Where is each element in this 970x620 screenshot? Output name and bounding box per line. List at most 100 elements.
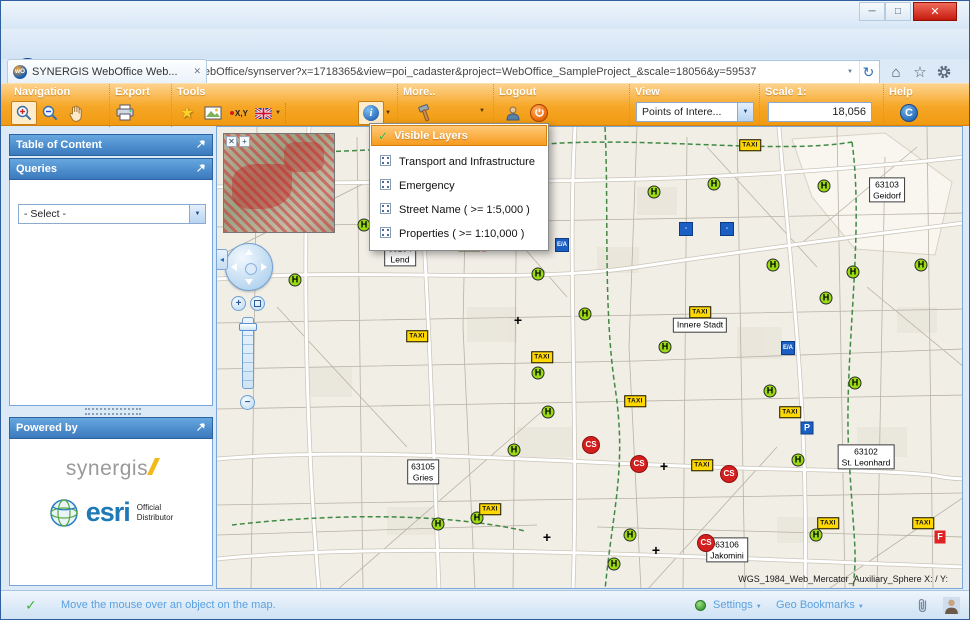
map-marker-h[interactable]: H <box>708 178 721 191</box>
geo-bookmarks-menu[interactable]: Geo Bookmarks▼ <box>776 599 864 611</box>
map-marker-taxi[interactable]: TAXI <box>779 406 801 418</box>
panel-splitter[interactable] <box>85 408 141 415</box>
overview-close-icon[interactable]: ✕ <box>226 136 237 147</box>
overview-map[interactable]: ✕ + <box>223 133 335 233</box>
minimize-button[interactable]: ─ <box>859 2 885 21</box>
map-marker-taxi[interactable]: TAXI <box>817 517 839 529</box>
map-marker-cs[interactable]: CS <box>720 465 738 483</box>
map-marker-h[interactable]: H <box>659 341 672 354</box>
pan-west-icon[interactable] <box>231 263 237 271</box>
map-marker-h[interactable]: H <box>915 259 928 272</box>
map-marker-taxi[interactable]: TAXI <box>689 306 711 318</box>
zoom-in-button[interactable]: + <box>231 296 246 311</box>
map-marker-h[interactable]: H <box>764 385 777 398</box>
map-marker-taxi[interactable]: TAXI <box>739 139 761 151</box>
map-marker-plus[interactable]: + <box>652 543 660 557</box>
map-marker-cs[interactable]: CS <box>630 455 648 473</box>
map-area[interactable]: HHHHHHHHHHHHHHHHHHHHHHHHTAXITAXITAXITAXI… <box>216 126 963 589</box>
map-marker-h[interactable]: H <box>810 529 823 542</box>
language-dropdown-icon[interactable]: ▼ <box>275 110 281 116</box>
maximize-button[interactable]: □ <box>885 2 911 21</box>
layer-menu-item[interactable]: Properties ( >= 1:10,000 ) <box>371 222 547 246</box>
url-text[interactable]: http://w-ws-wintner/WebOffice/synserver?… <box>99 66 841 78</box>
home-icon[interactable]: ⌂ <box>885 62 907 82</box>
sidebar-collapse-handle[interactable]: ◂ <box>217 249 228 270</box>
map-marker-sq[interactable]: ▫ <box>679 222 693 236</box>
zoom-slider[interactable] <box>242 317 254 389</box>
view-select-arrow-icon[interactable]: ▼ <box>737 103 753 121</box>
layer-menu-item[interactable]: Transport and Infrastructure <box>371 150 547 174</box>
map-marker-h[interactable]: H <box>289 274 302 287</box>
poi-star-tool[interactable]: ★ <box>174 101 200 125</box>
toc-panel-header[interactable]: Table of Content <box>9 134 213 156</box>
coordinates-tool[interactable]: X,Y <box>226 101 252 125</box>
map-marker-sq[interactable]: ▫ <box>720 222 734 236</box>
favorites-icon[interactable]: ☆ <box>909 62 931 82</box>
language-flag-tool[interactable] <box>252 101 274 125</box>
map-marker-h[interactable]: H <box>820 292 833 305</box>
print-tool[interactable] <box>112 101 138 125</box>
toc-pin-icon[interactable] <box>196 139 206 152</box>
map-marker-p[interactable]: P <box>801 422 814 435</box>
visible-layers-menu-header[interactable]: ✓ Visible Layers <box>371 125 547 146</box>
zoom-out-button[interactable]: − <box>240 395 255 410</box>
zoom-slider-handle[interactable] <box>239 323 257 331</box>
map-marker-cs[interactable]: CS <box>697 534 715 552</box>
map-marker-taxi[interactable]: TAXI <box>691 459 713 471</box>
more-dropdown-icon[interactable]: ▼ <box>479 108 485 114</box>
pan-north-icon[interactable] <box>245 249 253 255</box>
map-marker-h[interactable]: H <box>532 367 545 380</box>
map-marker-plus[interactable]: + <box>660 459 668 473</box>
map-marker-taxi[interactable]: TAXI <box>624 395 646 407</box>
pan-east-icon[interactable] <box>261 263 267 271</box>
logout-button[interactable] <box>526 101 552 125</box>
queries-select-arrow-icon[interactable]: ▼ <box>189 205 205 223</box>
layer-menu-item[interactable]: Emergency <box>371 174 547 198</box>
map-marker-h[interactable]: H <box>432 518 445 531</box>
map-marker-plus[interactable]: + <box>543 530 551 544</box>
queries-panel-header[interactable]: Queries <box>9 158 213 180</box>
pan-control[interactable] <box>225 243 273 291</box>
map-marker-h[interactable]: H <box>608 558 621 571</box>
map-marker-h[interactable]: H <box>767 259 780 272</box>
map-marker-sq[interactable]: E/A <box>555 238 569 252</box>
browser-tab[interactable]: wO SYNERGIS WebOffice Web... ✕ <box>7 59 207 83</box>
map-marker-h[interactable]: H <box>624 529 637 542</box>
queries-pin-icon[interactable] <box>196 163 206 176</box>
map-marker-h[interactable]: H <box>508 444 521 457</box>
map-marker-h[interactable]: H <box>579 308 592 321</box>
close-button[interactable]: ✕ <box>913 2 957 21</box>
user-avatar[interactable] <box>943 597 960 617</box>
gear-icon[interactable] <box>933 62 955 82</box>
visible-layers-tool[interactable]: i <box>358 101 384 125</box>
visible-layers-dropdown-icon[interactable]: ▼ <box>385 110 391 116</box>
map-marker-taxi[interactable]: TAXI <box>531 351 553 363</box>
layer-menu-item[interactable]: Street Name ( >= 1:5,000 ) <box>371 198 547 222</box>
more-tools-button[interactable] <box>412 101 438 125</box>
view-select[interactable]: Points of Intere... ▼ <box>636 102 754 122</box>
map-marker-cs[interactable]: CS <box>582 436 600 454</box>
map-marker-sq[interactable]: E/A <box>781 341 795 355</box>
export-image-tool[interactable] <box>200 101 226 125</box>
zoom-extent-button[interactable] <box>250 296 265 311</box>
map-marker-h[interactable]: H <box>648 186 661 199</box>
map-marker-h[interactable]: H <box>792 454 805 467</box>
help-button[interactable]: C <box>896 101 922 125</box>
map-marker-f[interactable]: F <box>935 531 946 544</box>
map-marker-taxi[interactable]: TAXI <box>479 503 501 515</box>
map-marker-h[interactable]: H <box>818 180 831 193</box>
powered-pin-icon[interactable] <box>196 422 206 435</box>
zoom-out-tool[interactable] <box>37 101 63 125</box>
map-marker-h[interactable]: H <box>849 377 862 390</box>
refresh-icon[interactable]: ↻ <box>859 61 877 83</box>
powered-panel-header[interactable]: Powered by <box>9 417 213 439</box>
tab-close-icon[interactable]: ✕ <box>193 66 201 77</box>
queries-select[interactable]: - Select - ▼ <box>18 204 206 224</box>
map-marker-h[interactable]: H <box>847 266 860 279</box>
map-marker-taxi[interactable]: TAXI <box>406 330 428 342</box>
scale-input[interactable] <box>768 102 872 122</box>
map-marker-taxi[interactable]: TAXI <box>912 517 934 529</box>
overview-move-icon[interactable]: + <box>239 136 250 147</box>
zoom-in-tool[interactable] <box>11 101 37 125</box>
url-dropdown-icon[interactable]: ▼ <box>841 61 859 83</box>
